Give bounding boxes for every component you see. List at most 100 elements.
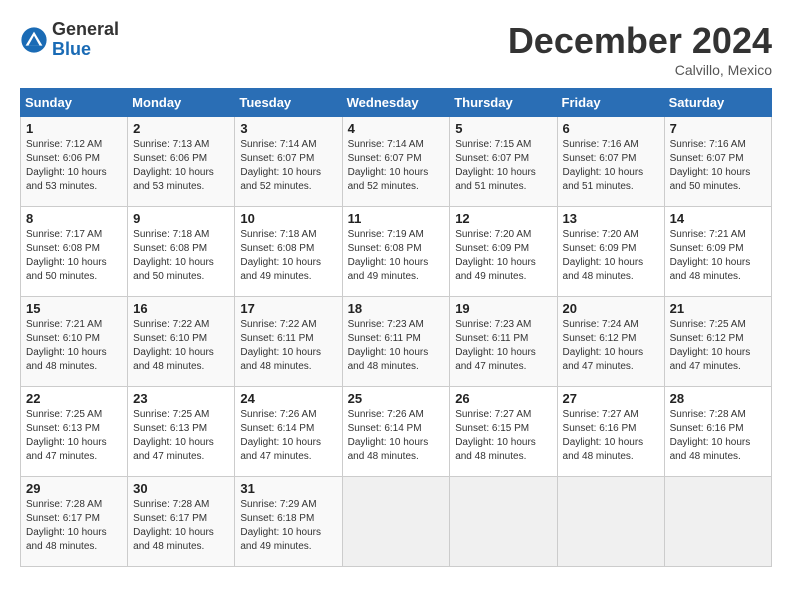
calendar-cell: 12Sunrise: 7:20 AM Sunset: 6:09 PM Dayli… xyxy=(450,207,557,297)
calendar-table: SundayMondayTuesdayWednesdayThursdayFrid… xyxy=(20,88,772,567)
calendar-cell: 21 Sunrise: 7:25 AM Sunset: 6:12 PM Dayli… xyxy=(664,297,771,387)
calendar-day-header: Monday xyxy=(128,89,235,117)
calendar-header-row: SundayMondayTuesdayWednesdayThursdayFrid… xyxy=(21,89,772,117)
day-number: 6 xyxy=(563,121,659,136)
day-detail: Sunrise: 7:22 AM Sunset: 6:10 PM Dayligh… xyxy=(133,318,229,374)
calendar-cell: 14 Sunrise: 7:21 AM Sunset: 6:09 PM Dayli… xyxy=(664,207,771,297)
day-number: 2 xyxy=(133,121,229,136)
calendar-day-header: Friday xyxy=(557,89,664,117)
calendar-cell: 8 Sunrise: 7:17 AM Sunset: 6:08 PM Daylig… xyxy=(21,207,128,297)
day-number: 21 xyxy=(670,301,766,316)
calendar-cell: 10 Sunrise: 7:18 AM Sunset: 6:08 PM Dayli… xyxy=(235,207,342,297)
day-number: 14 xyxy=(670,211,766,226)
page-header: General Blue December 2024 Calvillo, Mex… xyxy=(20,20,772,78)
calendar-cell: 11 Sunrise: 7:19 AM Sunset: 6:08 PM Dayli… xyxy=(342,207,450,297)
day-number: 15 xyxy=(26,301,122,316)
calendar-cell: 7 Sunrise: 7:16 AM Sunset: 6:07 PM Daylig… xyxy=(664,117,771,207)
day-detail: Sunrise: 7:25 AM Sunset: 6:12 PM Dayligh… xyxy=(670,318,766,374)
calendar-day-header: Thursday xyxy=(450,89,557,117)
calendar-day-header: Saturday xyxy=(664,89,771,117)
calendar-cell xyxy=(450,477,557,567)
day-number: 7 xyxy=(670,121,766,136)
calendar-cell: 13 Sunrise: 7:20 AM Sunset: 6:09 PM Dayli… xyxy=(557,207,664,297)
calendar-day-header: Sunday xyxy=(21,89,128,117)
day-number: 30 xyxy=(133,481,229,496)
calendar-cell: 31 Sunrise: 7:29 AM Sunset: 6:18 PM Dayli… xyxy=(235,477,342,567)
day-number: 22 xyxy=(26,391,122,406)
calendar-body: 1Sunrise: 7:12 AM Sunset: 6:06 PM Daylig… xyxy=(21,117,772,567)
day-number: 4 xyxy=(348,121,445,136)
calendar-cell: 19Sunrise: 7:23 AM Sunset: 6:11 PM Dayli… xyxy=(450,297,557,387)
calendar-cell: 17Sunrise: 7:22 AM Sunset: 6:11 PM Dayli… xyxy=(235,297,342,387)
day-detail: Sunrise: 7:28 AM Sunset: 6:17 PM Dayligh… xyxy=(26,498,122,554)
calendar-cell xyxy=(342,477,450,567)
day-detail: Sunrise: 7:26 AM Sunset: 6:14 PM Dayligh… xyxy=(348,408,445,464)
calendar-cell: 24 Sunrise: 7:26 AM Sunset: 6:14 PM Dayli… xyxy=(235,387,342,477)
day-detail: Sunrise: 7:23 AM Sunset: 6:11 PM Dayligh… xyxy=(348,318,445,374)
day-detail: Sunrise: 7:14 AM Sunset: 6:07 PM Dayligh… xyxy=(240,138,336,194)
day-detail: Sunrise: 7:16 AM Sunset: 6:07 PM Dayligh… xyxy=(670,138,766,194)
calendar-cell: 15 Sunrise: 7:21 AM Sunset: 6:10 PM Dayli… xyxy=(21,297,128,387)
logo-icon xyxy=(20,26,48,54)
calendar-cell: 6 Sunrise: 7:16 AM Sunset: 6:07 PM Daylig… xyxy=(557,117,664,207)
calendar-week-row: 15 Sunrise: 7:21 AM Sunset: 6:10 PM Dayli… xyxy=(21,297,772,387)
day-number: 3 xyxy=(240,121,336,136)
calendar-cell: 9 Sunrise: 7:18 AM Sunset: 6:08 PM Daylig… xyxy=(128,207,235,297)
day-number: 8 xyxy=(26,211,122,226)
day-number: 24 xyxy=(240,391,336,406)
calendar-cell: 4Sunrise: 7:14 AM Sunset: 6:07 PM Daylig… xyxy=(342,117,450,207)
day-number: 28 xyxy=(670,391,766,406)
calendar-cell: 18 Sunrise: 7:23 AM Sunset: 6:11 PM Dayli… xyxy=(342,297,450,387)
calendar-cell: 22 Sunrise: 7:25 AM Sunset: 6:13 PM Dayli… xyxy=(21,387,128,477)
day-detail: Sunrise: 7:21 AM Sunset: 6:09 PM Dayligh… xyxy=(670,228,766,284)
calendar-cell: 2 Sunrise: 7:13 AM Sunset: 6:06 PM Daylig… xyxy=(128,117,235,207)
day-detail: Sunrise: 7:25 AM Sunset: 6:13 PM Dayligh… xyxy=(26,408,122,464)
day-number: 25 xyxy=(348,391,445,406)
day-detail: Sunrise: 7:15 AM Sunset: 6:07 PM Dayligh… xyxy=(455,138,551,194)
location: Calvillo, Mexico xyxy=(508,62,772,78)
day-number: 18 xyxy=(348,301,445,316)
day-number: 10 xyxy=(240,211,336,226)
calendar-cell: 27Sunrise: 7:27 AM Sunset: 6:16 PM Dayli… xyxy=(557,387,664,477)
calendar-cell: 29Sunrise: 7:28 AM Sunset: 6:17 PM Dayli… xyxy=(21,477,128,567)
day-number: 31 xyxy=(240,481,336,496)
calendar-cell: 20 Sunrise: 7:24 AM Sunset: 6:12 PM Dayli… xyxy=(557,297,664,387)
calendar-day-header: Tuesday xyxy=(235,89,342,117)
calendar-week-row: 22 Sunrise: 7:25 AM Sunset: 6:13 PM Dayli… xyxy=(21,387,772,477)
calendar-week-row: 8 Sunrise: 7:17 AM Sunset: 6:08 PM Daylig… xyxy=(21,207,772,297)
month-title: December 2024 xyxy=(508,20,772,62)
day-detail: Sunrise: 7:21 AM Sunset: 6:10 PM Dayligh… xyxy=(26,318,122,374)
day-detail: Sunrise: 7:16 AM Sunset: 6:07 PM Dayligh… xyxy=(563,138,659,194)
day-detail: Sunrise: 7:27 AM Sunset: 6:16 PM Dayligh… xyxy=(563,408,659,464)
calendar-cell xyxy=(557,477,664,567)
day-number: 13 xyxy=(563,211,659,226)
day-number: 1 xyxy=(26,121,122,136)
day-number: 5 xyxy=(455,121,551,136)
calendar-day-header: Wednesday xyxy=(342,89,450,117)
logo: General Blue xyxy=(20,20,119,60)
calendar-cell: 1Sunrise: 7:12 AM Sunset: 6:06 PM Daylig… xyxy=(21,117,128,207)
day-number: 26 xyxy=(455,391,551,406)
day-number: 9 xyxy=(133,211,229,226)
calendar-cell: 30 Sunrise: 7:28 AM Sunset: 6:17 PM Dayli… xyxy=(128,477,235,567)
day-detail: Sunrise: 7:18 AM Sunset: 6:08 PM Dayligh… xyxy=(240,228,336,284)
day-detail: Sunrise: 7:23 AM Sunset: 6:11 PM Dayligh… xyxy=(455,318,551,374)
day-number: 20 xyxy=(563,301,659,316)
day-detail: Sunrise: 7:28 AM Sunset: 6:16 PM Dayligh… xyxy=(670,408,766,464)
day-number: 16 xyxy=(133,301,229,316)
day-detail: Sunrise: 7:20 AM Sunset: 6:09 PM Dayligh… xyxy=(563,228,659,284)
day-detail: Sunrise: 7:18 AM Sunset: 6:08 PM Dayligh… xyxy=(133,228,229,284)
day-detail: Sunrise: 7:28 AM Sunset: 6:17 PM Dayligh… xyxy=(133,498,229,554)
calendar-cell: 16 Sunrise: 7:22 AM Sunset: 6:10 PM Dayli… xyxy=(128,297,235,387)
day-detail: Sunrise: 7:24 AM Sunset: 6:12 PM Dayligh… xyxy=(563,318,659,374)
day-detail: Sunrise: 7:19 AM Sunset: 6:08 PM Dayligh… xyxy=(348,228,445,284)
calendar-week-row: 29Sunrise: 7:28 AM Sunset: 6:17 PM Dayli… xyxy=(21,477,772,567)
day-detail: Sunrise: 7:13 AM Sunset: 6:06 PM Dayligh… xyxy=(133,138,229,194)
calendar-cell: 23Sunrise: 7:25 AM Sunset: 6:13 PM Dayli… xyxy=(128,387,235,477)
day-detail: Sunrise: 7:17 AM Sunset: 6:08 PM Dayligh… xyxy=(26,228,122,284)
logo-blue: Blue xyxy=(52,40,119,60)
day-detail: Sunrise: 7:26 AM Sunset: 6:14 PM Dayligh… xyxy=(240,408,336,464)
day-number: 11 xyxy=(348,211,445,226)
day-detail: Sunrise: 7:29 AM Sunset: 6:18 PM Dayligh… xyxy=(240,498,336,554)
day-detail: Sunrise: 7:27 AM Sunset: 6:15 PM Dayligh… xyxy=(455,408,551,464)
